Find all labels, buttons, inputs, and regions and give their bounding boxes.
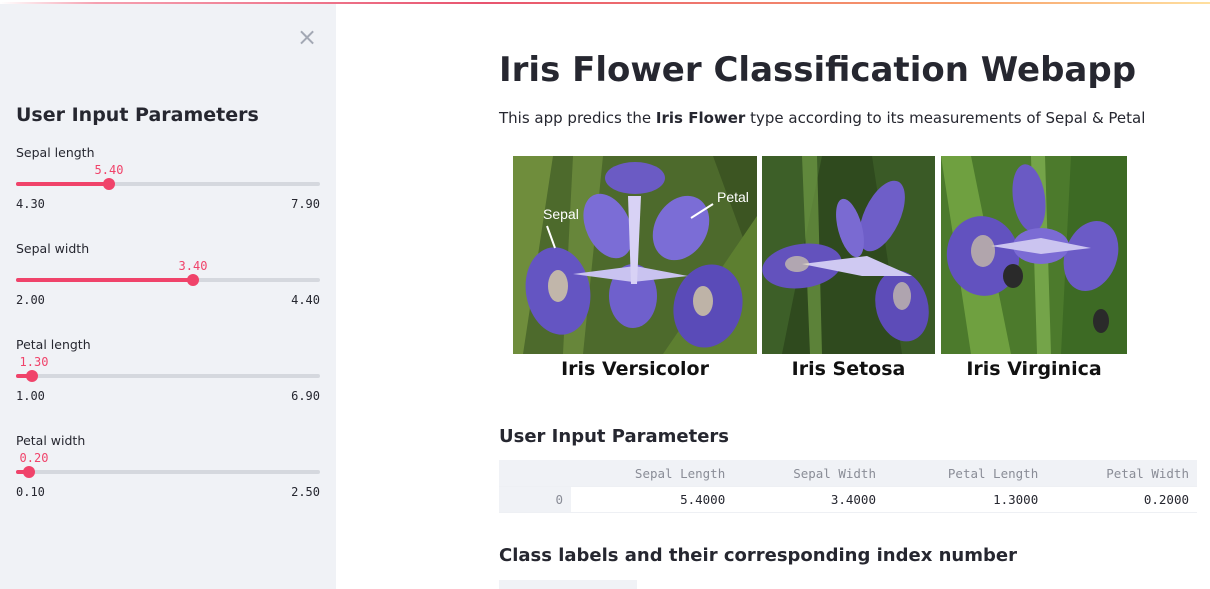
iris-setosa-image — [762, 156, 935, 354]
description-bold: Iris Flower — [655, 109, 746, 127]
slider-value: 3.40 — [178, 259, 208, 273]
sepal-length-slider[interactable]: Sepal length 5.40 4.30 7.90 — [16, 145, 320, 235]
table-cell: 0.2000 — [1046, 486, 1197, 513]
column-header[interactable]: Petal Length — [883, 460, 1047, 487]
sepal-width-slider[interactable]: Sepal width 3.40 2.00 4.40 — [16, 241, 320, 331]
caption-virginica: Iris Virginica — [966, 358, 1102, 380]
input-params-heading: User Input Parameters — [499, 426, 730, 447]
slider-max: 6.90 — [291, 389, 320, 403]
slider-value: 5.40 — [94, 163, 124, 177]
slider-fill — [16, 278, 193, 282]
iris-species-figure: Sepal Petal Iris Versicolor Iris Setosa … — [513, 156, 1127, 386]
class-labels-table — [499, 580, 637, 589]
iris-virginica-image — [941, 156, 1127, 354]
slider-thumb[interactable] — [23, 466, 35, 478]
slider-min: 1.00 — [16, 389, 45, 403]
slider-label: Petal length — [16, 337, 91, 352]
caption-setosa: Iris Setosa — [791, 358, 906, 380]
slider-max: 4.40 — [291, 293, 320, 307]
slider-label: Sepal width — [16, 241, 90, 256]
column-header[interactable]: Sepal Length — [571, 460, 734, 487]
input-params-table: Sepal Length Sepal Width Petal Length Pe… — [499, 460, 1197, 513]
slider-fill — [16, 182, 109, 186]
close-icon[interactable]: × — [296, 25, 318, 49]
slider-thumb[interactable] — [103, 178, 115, 190]
sidebar: × User Input Parameters Sepal length 5.4… — [0, 4, 336, 589]
slider-label: Sepal length — [16, 145, 95, 160]
slider-thumb[interactable] — [26, 370, 38, 382]
petal-annotation: Petal — [717, 189, 749, 205]
row-index: 0 — [499, 486, 571, 513]
page-title: Iris Flower Classification Webapp — [499, 50, 1137, 90]
iris-versicolor-image: Sepal Petal — [513, 156, 757, 354]
petal-width-slider[interactable]: Petal width 0.20 0.10 2.50 — [16, 433, 320, 523]
class-labels-heading: Class labels and their corresponding ind… — [499, 545, 1017, 566]
slider-label: Petal width — [16, 433, 86, 448]
table-cell: 5.4000 — [571, 486, 734, 513]
petal-length-slider[interactable]: Petal length 1.30 1.00 6.90 — [16, 337, 320, 427]
table-header-row: Sepal Length Sepal Width Petal Length Pe… — [499, 460, 1197, 487]
column-header[interactable]: Petal Width — [1046, 460, 1197, 487]
slider-max: 2.50 — [291, 485, 320, 499]
slider-max: 7.90 — [291, 197, 320, 211]
table-cell: 1.3000 — [883, 486, 1047, 513]
table-cell: 3.4000 — [733, 486, 884, 513]
table-row: 0 5.4000 3.4000 1.3000 0.2000 — [499, 486, 1197, 513]
table-index-header — [499, 460, 571, 487]
slider-thumb[interactable] — [187, 274, 199, 286]
sepal-annotation: Sepal — [543, 206, 579, 222]
sidebar-title: User Input Parameters — [16, 104, 259, 126]
description-text-start: This app predics the — [499, 109, 656, 127]
caption-versicolor: Iris Versicolor — [561, 358, 709, 380]
slider-min: 2.00 — [16, 293, 45, 307]
slider-track[interactable] — [16, 374, 320, 378]
slider-min: 4.30 — [16, 197, 45, 211]
column-header[interactable]: Sepal Width — [733, 460, 884, 487]
app-description: This app predics the Iris Flower type ac… — [499, 109, 1145, 127]
description-text-end: type according to its measurements of Se… — [745, 109, 1146, 127]
slider-track[interactable] — [16, 470, 320, 474]
slider-value: 0.20 — [19, 451, 49, 465]
slider-min: 0.10 — [16, 485, 45, 499]
slider-value: 1.30 — [19, 355, 49, 369]
main-content: Iris Flower Classification Webapp This a… — [499, 0, 1210, 589]
